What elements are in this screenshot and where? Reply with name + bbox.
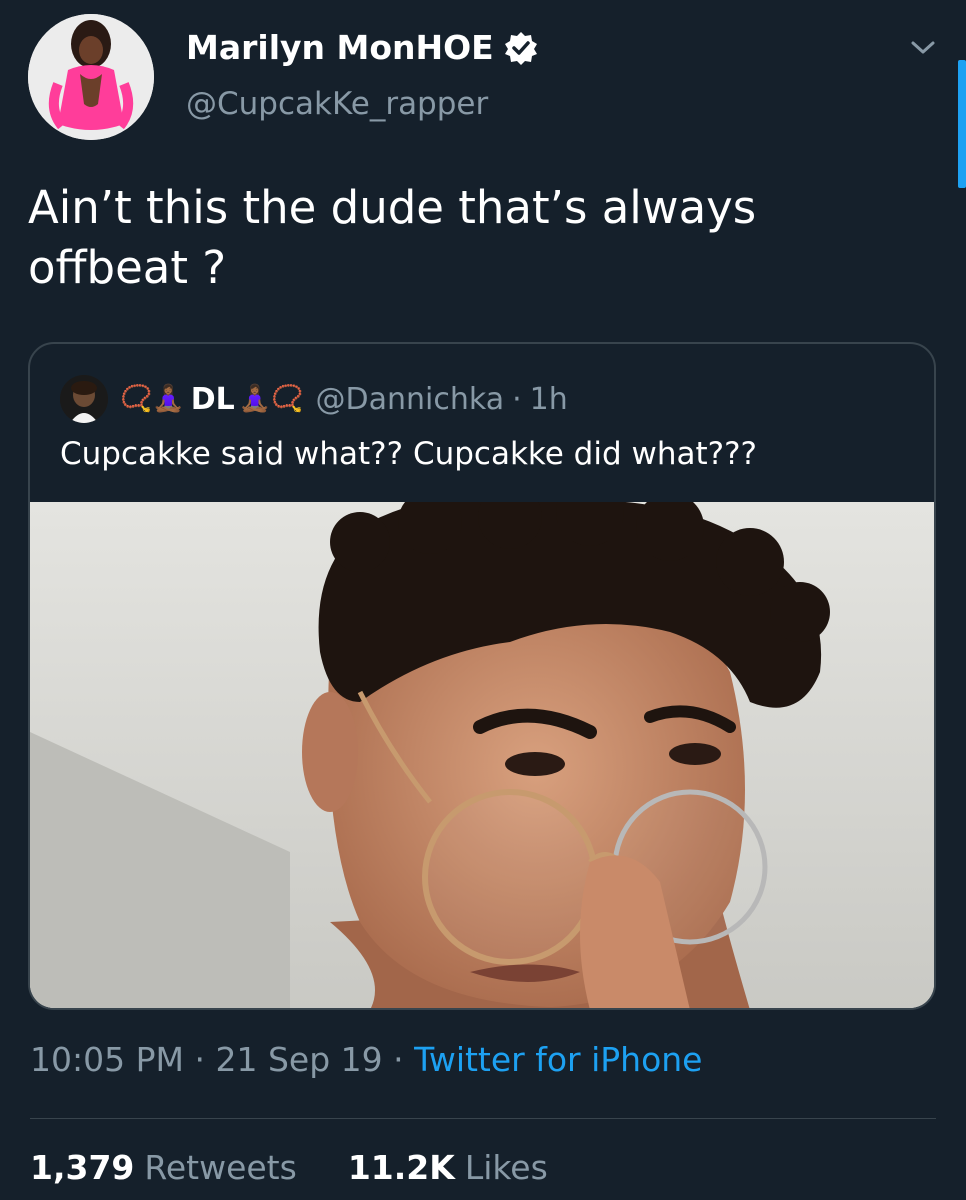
chevron-down-icon[interactable]: [906, 30, 940, 64]
quoted-display-name[interactable]: DL: [191, 382, 235, 417]
tweet-time[interactable]: 10:05 PM: [30, 1040, 184, 1079]
tweet-text: Ain’t this the dude that’s always offbea…: [28, 181, 757, 294]
retweets-count: 1,379: [30, 1148, 135, 1187]
verified-badge-icon: [504, 31, 538, 65]
tweet-source-link[interactable]: Twitter for iPhone: [414, 1040, 702, 1079]
retweets-label: Retweets: [144, 1148, 297, 1187]
likes-count: 11.2K: [347, 1148, 455, 1187]
quoted-separator: ·: [512, 381, 522, 417]
tweet-date[interactable]: 21 Sep 19: [215, 1040, 382, 1079]
quoted-author-avatar: [60, 375, 108, 423]
quoted-tweet-card[interactable]: 📿🧘🏾‍♀️ DL 🧘🏾‍♀️📿 @Dannichka · 1h Cupcakk…: [28, 342, 936, 1010]
quoted-name-emoji-prefix: 📿🧘🏾‍♀️: [120, 384, 185, 414]
meta-separator: ·: [194, 1040, 205, 1079]
author-avatar[interactable]: [28, 14, 154, 140]
divider: [30, 1118, 936, 1119]
author-name-text: Marilyn MonHOE: [186, 28, 494, 67]
quoted-name-emoji-suffix: 🧘🏾‍♀️📿: [238, 384, 304, 414]
author-handle[interactable]: @CupcakKe_rapper: [186, 86, 488, 122]
quoted-tweet-photo[interactable]: [30, 478, 934, 1008]
quoted-tweet-header: 📿🧘🏾‍♀️ DL 🧘🏾‍♀️📿 @Dannichka · 1h: [60, 374, 568, 424]
meta-separator: ·: [393, 1040, 404, 1079]
tweet-meta: 10:05 PM · 21 Sep 19 · Twitter for iPhon…: [30, 1040, 703, 1079]
retweets-stat[interactable]: 1,379 Retweets: [30, 1148, 307, 1187]
tweet-stats: 1,379 Retweets 11.2K Likes: [30, 1148, 548, 1187]
scrollbar-thumb[interactable]: [958, 60, 966, 188]
quoted-tweet-text: Cupcakke said what?? Cupcakke did what??…: [60, 436, 758, 472]
quoted-handle[interactable]: @Dannichka: [316, 382, 505, 417]
author-display-name[interactable]: Marilyn MonHOE: [186, 28, 538, 67]
quoted-time: 1h: [529, 381, 568, 417]
likes-label: Likes: [464, 1148, 548, 1187]
likes-stat[interactable]: 11.2K Likes: [348, 1148, 548, 1187]
